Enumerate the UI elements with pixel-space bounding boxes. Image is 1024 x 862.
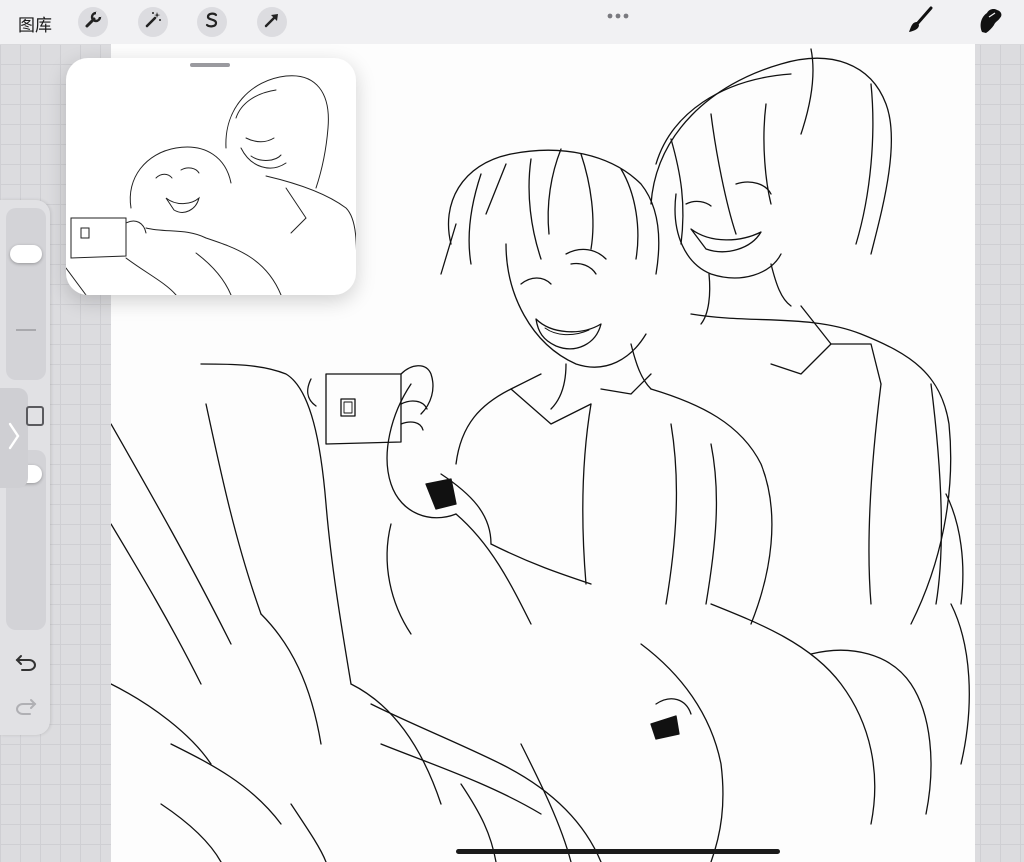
left-sidebar	[0, 200, 50, 735]
redo-icon	[14, 696, 38, 721]
home-indicator	[456, 849, 780, 854]
adjustments-button[interactable]	[138, 7, 168, 37]
brush-size-thumb[interactable]	[10, 245, 42, 264]
slider-divider	[16, 329, 36, 331]
more-options-button[interactable]	[606, 8, 630, 19]
smudge-finger-icon	[975, 5, 1005, 40]
transform-button[interactable]	[257, 7, 287, 37]
selection-button[interactable]	[197, 7, 227, 37]
magic-wand-icon	[143, 10, 163, 35]
selection-s-icon	[202, 10, 222, 35]
reference-thumbnail	[66, 75, 356, 295]
brush-icon	[905, 5, 935, 40]
actions-button[interactable]	[78, 7, 108, 37]
undo-button[interactable]	[12, 652, 40, 676]
reference-window[interactable]	[66, 58, 356, 295]
chevron-right-icon	[8, 421, 20, 456]
brush-size-slider[interactable]	[6, 208, 46, 380]
modify-square-icon[interactable]	[26, 406, 44, 426]
redo-button[interactable]	[12, 696, 40, 720]
sidebar-collapse-tab[interactable]	[0, 388, 28, 488]
arrow-cursor-icon	[262, 10, 282, 35]
wrench-icon	[83, 10, 103, 35]
brush-tool-button[interactable]	[904, 6, 936, 38]
more-dots-icon	[606, 8, 630, 25]
undo-icon	[14, 652, 38, 677]
smudge-tool-button[interactable]	[974, 6, 1006, 38]
top-toolbar: 图库	[0, 0, 1024, 45]
gallery-button[interactable]: 图库	[18, 11, 52, 36]
